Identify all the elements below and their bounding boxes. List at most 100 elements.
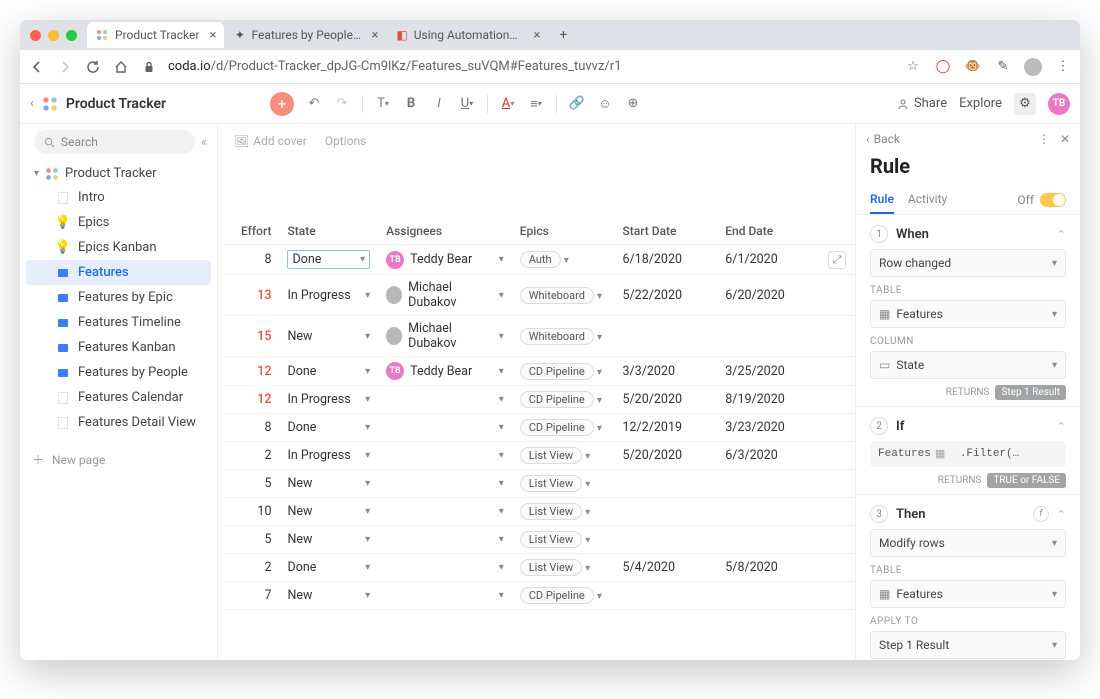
table-row[interactable]: 2 In Progress▾ ▾ List View ▾ 5/20/2020 6… <box>224 442 855 470</box>
browser-tab[interactable]: ◧ Using Automations | Coda Hel… × <box>388 22 548 48</box>
extension-icon[interactable]: 🐵 <box>964 58 982 76</box>
table-row[interactable]: 15 New▾ Michael Dubakov▾ Whiteboard ▾ <box>224 316 855 357</box>
cell-state[interactable]: In Progress▾ <box>279 275 378 316</box>
cell-epic[interactable]: CD Pipeline ▾ <box>512 414 615 442</box>
share-button[interactable]: Share <box>897 96 947 111</box>
cell-state[interactable]: Done▾ <box>279 554 378 582</box>
table-row[interactable]: 12 In Progress▾ ▾ CD Pipeline ▾ 5/20/202… <box>224 386 855 414</box>
cell-epic[interactable]: List View ▾ <box>512 498 615 526</box>
text-color-icon[interactable]: A▾ <box>500 96 516 112</box>
collapse-sidebar-icon[interactable]: ‹ <box>30 96 34 111</box>
link-icon[interactable]: 🔗 <box>569 96 585 112</box>
table-row[interactable]: 8 Done▾ ▾ CD Pipeline ▾ 12/2/2019 3/23/2… <box>224 414 855 442</box>
table-row[interactable]: 7 New▾ ▾ CD Pipeline ▾ <box>224 582 855 610</box>
table-row[interactable]: 2 Done▾ ▾ List View ▾ 5/4/2020 5/8/2020 <box>224 554 855 582</box>
cell-effort[interactable]: 10 <box>224 498 279 526</box>
cell-start[interactable]: 5/22/2020 <box>615 275 718 316</box>
cell-effort[interactable]: 2 <box>224 442 279 470</box>
emoji-icon[interactable]: ☺ <box>597 96 613 112</box>
cell-end[interactable]: 3/25/2020 <box>717 357 820 386</box>
sidebar-item[interactable]: Features Detail View <box>26 410 211 435</box>
table-row[interactable]: 10 New▾ ▾ List View ▾ <box>224 498 855 526</box>
col-assignees[interactable]: Assignees <box>378 218 512 245</box>
cell-end[interactable]: 5/8/2020 <box>717 554 820 582</box>
cell-state[interactable]: Done▾ <box>279 414 378 442</box>
cell-effort[interactable]: 5 <box>224 526 279 554</box>
collapse-icon[interactable]: « <box>201 135 207 150</box>
cell-start[interactable] <box>615 582 718 610</box>
cell-end[interactable] <box>717 526 820 554</box>
comment-icon[interactable]: ⊕ <box>625 96 641 112</box>
settings-icon[interactable]: ⚙ <box>1014 93 1036 115</box>
table-row[interactable]: 5 New▾ ▾ List View ▾ <box>224 470 855 498</box>
when-column-select[interactable]: ▭State▾ <box>870 351 1066 379</box>
then-action-select[interactable]: Modify rows▾ <box>870 529 1066 557</box>
cell-start[interactable] <box>615 470 718 498</box>
collapse-icon[interactable]: ⌃ <box>1057 420 1066 433</box>
sidebar-item[interactable]: Features Timeline <box>26 310 211 335</box>
cell-state[interactable]: New▾ <box>279 470 378 498</box>
add-cover-button[interactable]: 🖼 Add cover <box>234 134 307 148</box>
tab-rule[interactable]: Rule <box>870 186 894 214</box>
browser-tab[interactable]: ✦ Features by People | Fibery × <box>226 22 386 48</box>
cell-end[interactable] <box>717 582 820 610</box>
cell-assignees[interactable]: ▾ <box>378 386 512 414</box>
cell-effort[interactable]: 5 <box>224 470 279 498</box>
cell-state[interactable]: Done▾ <box>279 357 378 386</box>
home-icon[interactable] <box>112 58 130 76</box>
close-window[interactable] <box>30 30 41 41</box>
options-button[interactable]: Options <box>325 134 367 148</box>
tab-activity[interactable]: Activity <box>908 186 947 214</box>
cell-effort[interactable]: 15 <box>224 316 279 357</box>
browser-tab-active[interactable]: Product Tracker × <box>87 22 224 48</box>
col-state[interactable]: State <box>279 218 378 245</box>
cell-assignees[interactable]: ▾ <box>378 414 512 442</box>
cell-assignees[interactable]: Michael Dubakov▾ <box>378 316 512 357</box>
cell-start[interactable]: 6/18/2020 <box>615 245 718 275</box>
url-field[interactable]: coda.io/d/Product-Tracker_dpJG-Cm9lKz/Fe… <box>168 59 894 74</box>
cell-epic[interactable]: List View ▾ <box>512 526 615 554</box>
expand-row-icon[interactable]: ⤢ <box>828 251 846 269</box>
close-tab-icon[interactable]: × <box>371 28 378 43</box>
table-row[interactable]: 13 In Progress▾ Michael Dubakov▾ Whitebo… <box>224 275 855 316</box>
panel-close-icon[interactable]: ✕ <box>1060 132 1070 146</box>
cell-epic[interactable]: List View ▾ <box>512 442 615 470</box>
cell-effort[interactable]: 13 <box>224 275 279 316</box>
cell-assignees[interactable]: TBTeddy Bear▾ <box>378 245 512 275</box>
cell-epic[interactable]: List View ▾ <box>512 470 615 498</box>
when-table-select[interactable]: ▦Features▾ <box>870 300 1066 328</box>
cell-assignees[interactable]: TBTeddy Bear▾ <box>378 357 512 386</box>
cell-epic[interactable]: List View ▾ <box>512 554 615 582</box>
cell-epic[interactable]: Whiteboard ▾ <box>512 316 615 357</box>
cell-end[interactable]: 6/1/2020 <box>717 245 820 275</box>
menu-icon[interactable]: ⋮ <box>1054 58 1072 76</box>
search-input[interactable]: Search <box>34 130 195 154</box>
col-effort[interactable]: Effort <box>224 218 279 245</box>
cell-assignees[interactable]: ▾ <box>378 442 512 470</box>
sidebar-item[interactable]: Features by Epic <box>26 285 211 310</box>
col-start[interactable]: Start Date <box>615 218 718 245</box>
sidebar-item[interactable]: Features by People <box>26 360 211 385</box>
underline-icon[interactable]: U▾ <box>459 96 475 112</box>
cell-start[interactable]: 3/3/2020 <box>615 357 718 386</box>
back-button[interactable]: ‹ Back <box>866 132 900 146</box>
table-row[interactable]: 8 Done▾ TBTeddy Bear▾ Auth ▾ 6/18/2020 6… <box>224 245 855 275</box>
cell-start[interactable]: 5/20/2020 <box>615 442 718 470</box>
formula-editor[interactable]: Features▦ .Filter(… <box>870 441 1066 467</box>
sidebar-item[interactable]: Features Kanban <box>26 335 211 360</box>
sidebar-item[interactable]: Features <box>26 260 211 285</box>
bold-icon[interactable]: B <box>403 96 419 112</box>
maximize-window[interactable] <box>66 30 77 41</box>
cell-assignees[interactable]: ▾ <box>378 582 512 610</box>
cell-effort[interactable]: 8 <box>224 414 279 442</box>
sidebar-item[interactable]: 💡Epics <box>26 210 211 235</box>
nav-back-icon[interactable] <box>28 58 46 76</box>
cell-effort[interactable]: 2 <box>224 554 279 582</box>
reload-icon[interactable] <box>84 58 102 76</box>
align-icon[interactable]: ≡▾ <box>528 96 544 112</box>
extension-icon[interactable]: ◯ <box>934 58 952 76</box>
table-row[interactable]: 5 New▾ ▾ List View ▾ <box>224 526 855 554</box>
cell-epic[interactable]: Auth ▾ <box>512 245 615 275</box>
profile-avatar[interactable] <box>1024 58 1042 76</box>
cell-epic[interactable]: Whiteboard ▾ <box>512 275 615 316</box>
